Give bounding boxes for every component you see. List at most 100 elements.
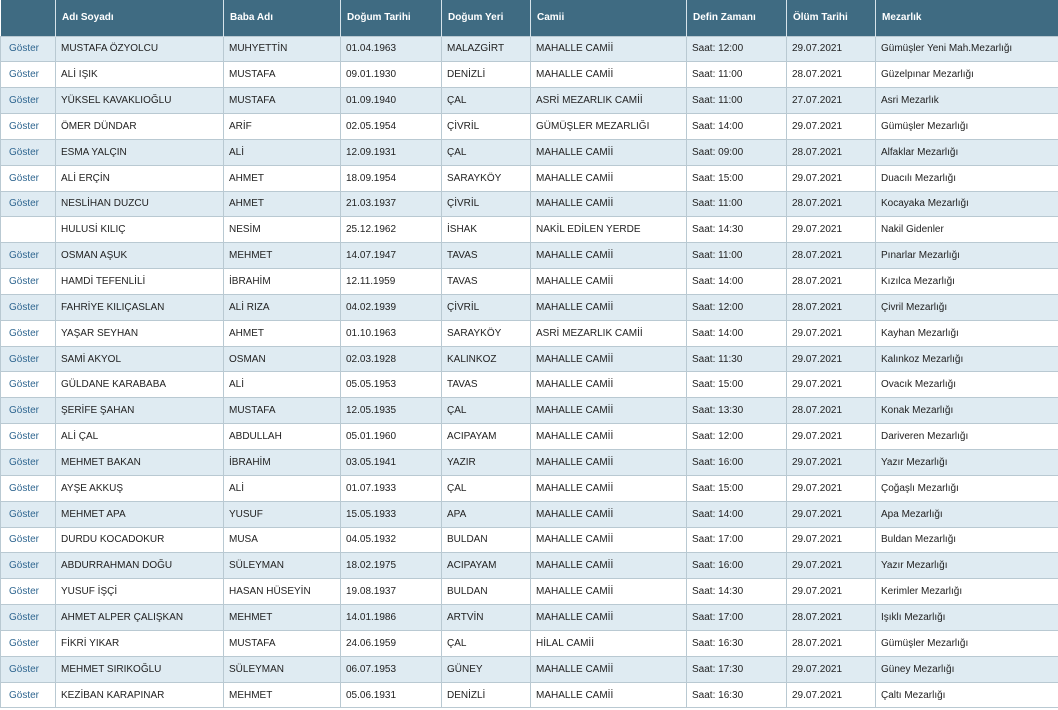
birth-date: 14.01.1986: [340, 604, 442, 631]
table-row: Göster OSMAN AŞUK MEHMET 14.07.1947 TAVAS MAH…: [0, 242, 1058, 270]
show-link[interactable]: Göster: [0, 268, 56, 295]
header-burial-time: Defin Zamanı: [686, 0, 787, 36]
show-link[interactable]: Göster: [0, 35, 56, 63]
father-name: MUSTAFA: [223, 629, 341, 657]
show-link[interactable]: Göster: [0, 164, 56, 192]
birth-place: ÇAL: [441, 629, 531, 657]
burial-time: Saat: 15:00: [686, 164, 787, 192]
mosque: MAHALLE CAMİİ: [530, 242, 687, 270]
show-link[interactable]: Göster: [0, 681, 56, 709]
birth-date: 03.05.1941: [340, 449, 442, 476]
cemetery: Kayhan Mezarlığı: [875, 319, 1058, 347]
death-date: 29.07.2021: [786, 319, 876, 347]
cemetery: Gümüşler Yeni Mah.Mezarlığı: [875, 35, 1058, 63]
deceased-name: SAMİ AKYOL: [55, 345, 224, 373]
cemetery: Nakil Gidenler: [875, 216, 1058, 244]
birth-place: TAVAS: [441, 242, 531, 270]
deceased-name: AHMET ALPER ÇALIŞKAN: [55, 604, 224, 631]
burial-time: Saat: 09:00: [686, 138, 787, 166]
deceased-name: YÜKSEL KAVAKLIOĞLU: [55, 87, 224, 115]
birth-date: 12.11.1959: [340, 268, 442, 295]
birth-place: DENİZLİ: [441, 681, 531, 709]
show-link[interactable]: Göster: [0, 371, 56, 399]
show-link[interactable]: Göster: [0, 293, 56, 321]
show-link[interactable]: Göster: [0, 345, 56, 373]
deceased-name: MEHMET SIRIKOĞLU: [55, 655, 224, 683]
table-row: Göster ALİ IŞIK MUSTAFA 09.01.1930 DENİZLİ MA…: [0, 61, 1058, 89]
mosque: MAHALLE CAMİİ: [530, 681, 687, 709]
table-row: Göster ESMA YALÇIN ALİ 12.09.1931 ÇAL MAHALLE…: [0, 138, 1058, 166]
burial-time: Saat: 14:00: [686, 268, 787, 295]
show-link[interactable]: Göster: [0, 190, 56, 218]
birth-date: 02.05.1954: [340, 113, 442, 140]
show-link[interactable]: Göster: [0, 87, 56, 115]
show-link[interactable]: Göster: [0, 500, 56, 528]
death-date: 28.07.2021: [786, 268, 876, 295]
table-row: Göster ÖMER DÜNDAR ARİF 02.05.1954 ÇİVRİL GÜM…: [0, 113, 1058, 140]
birth-date: 05.06.1931: [340, 681, 442, 709]
show-link[interactable]: Göster: [0, 423, 56, 450]
deceased-name: ŞERİFE ŞAHAN: [55, 397, 224, 425]
show-link[interactable]: Göster: [0, 655, 56, 683]
birth-place: SARAYKÖY: [441, 164, 531, 192]
show-link[interactable]: Göster: [0, 629, 56, 657]
show-link[interactable]: Göster: [0, 61, 56, 89]
death-date: 29.07.2021: [786, 474, 876, 502]
show-link[interactable]: Göster: [0, 474, 56, 502]
cemetery: Kerimler Mezarlığı: [875, 578, 1058, 606]
show-link[interactable]: Göster: [0, 578, 56, 606]
burial-time: Saat: 16:00: [686, 552, 787, 580]
show-link[interactable]: Göster: [0, 138, 56, 166]
burial-time: Saat: 12:00: [686, 423, 787, 450]
show-link[interactable]: Göster: [0, 552, 56, 580]
deceased-name: YAŞAR SEYHAN: [55, 319, 224, 347]
mosque: MAHALLE CAMİİ: [530, 190, 687, 218]
deceased-name: ALİ ERÇİN: [55, 164, 224, 192]
father-name: MEHMET: [223, 681, 341, 709]
mosque: MAHALLE CAMİİ: [530, 604, 687, 631]
deceased-name: MEHMET BAKAN: [55, 449, 224, 476]
cemetery: Işıklı Mezarlığı: [875, 604, 1058, 631]
table-row: Göster NESLİHAN DUZCU AHMET 21.03.1937 ÇİVRİ…: [0, 190, 1058, 218]
show-link[interactable]: Göster: [0, 319, 56, 347]
table-row: Göster YAŞAR SEYHAN AHMET 01.10.1963 SARAYKÖ…: [0, 319, 1058, 347]
show-link[interactable]: Göster: [0, 449, 56, 476]
birth-place: ARTVİN: [441, 604, 531, 631]
death-date: 29.07.2021: [786, 655, 876, 683]
birth-date: 21.03.1937: [340, 190, 442, 218]
death-date: 29.07.2021: [786, 113, 876, 140]
father-name: MUSA: [223, 526, 341, 554]
deceased-name: ÖMER DÜNDAR: [55, 113, 224, 140]
death-date: 28.07.2021: [786, 629, 876, 657]
father-name: ALİ: [223, 474, 341, 502]
death-date: 29.07.2021: [786, 449, 876, 476]
birth-place: İSHAK: [441, 216, 531, 244]
table-row: Göster MEHMET APA YUSUF 15.05.1933 APA MAHALL…: [0, 500, 1058, 528]
show-link: [0, 216, 56, 244]
father-name: ABDULLAH: [223, 423, 341, 450]
mosque: MAHALLE CAMİİ: [530, 526, 687, 554]
show-link[interactable]: Göster: [0, 604, 56, 631]
death-date: 28.07.2021: [786, 604, 876, 631]
deceased-name: YUSUF İŞÇİ: [55, 578, 224, 606]
show-link[interactable]: Göster: [0, 113, 56, 140]
burial-time: Saat: 11:00: [686, 61, 787, 89]
death-date: 28.07.2021: [786, 293, 876, 321]
show-link[interactable]: Göster: [0, 242, 56, 270]
father-name: YUSUF: [223, 500, 341, 528]
birth-place: BULDAN: [441, 526, 531, 554]
birth-date: 04.02.1939: [340, 293, 442, 321]
burial-time: Saat: 11:30: [686, 345, 787, 373]
show-link[interactable]: Göster: [0, 397, 56, 425]
show-link[interactable]: Göster: [0, 526, 56, 554]
birth-place: BULDAN: [441, 578, 531, 606]
death-date: 29.07.2021: [786, 164, 876, 192]
burial-time: Saat: 16:30: [686, 629, 787, 657]
burial-time: Saat: 14:30: [686, 216, 787, 244]
deceased-name: FAHRİYE KILIÇASLAN: [55, 293, 224, 321]
father-name: OSMAN: [223, 345, 341, 373]
deceased-name: AYŞE AKKUŞ: [55, 474, 224, 502]
cemetery: Asri Mezarlık: [875, 87, 1058, 115]
death-date: 28.07.2021: [786, 397, 876, 425]
birth-date: 24.06.1959: [340, 629, 442, 657]
